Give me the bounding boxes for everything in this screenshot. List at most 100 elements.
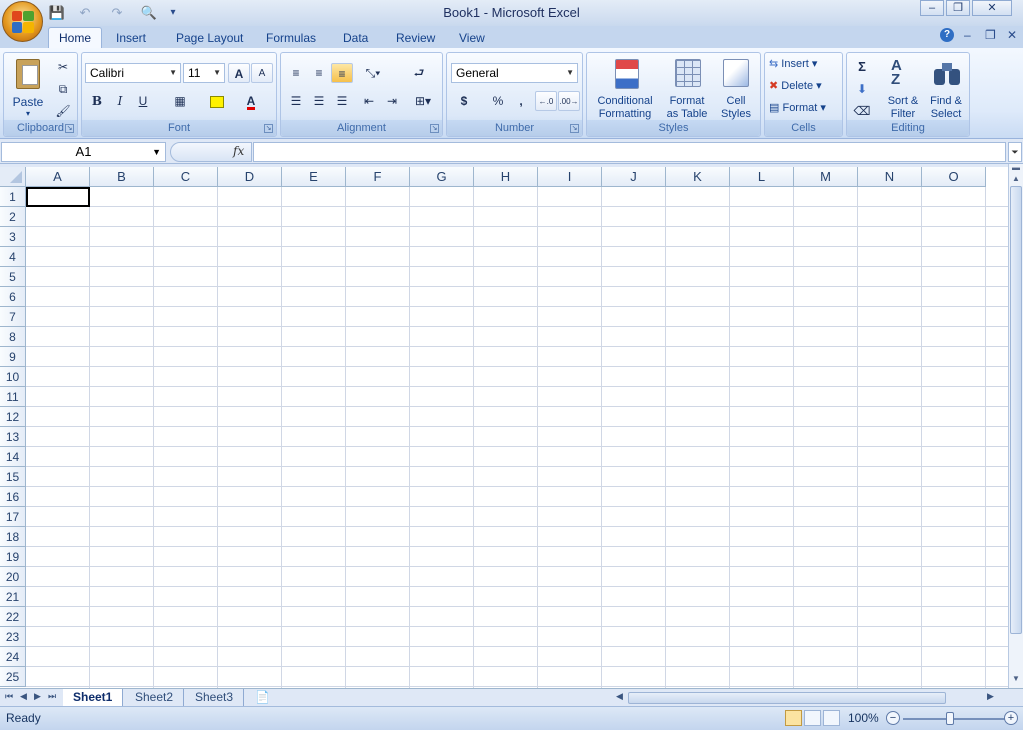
scroll-up-icon[interactable]: ▲ bbox=[1010, 172, 1022, 186]
expand-formula-bar-icon[interactable]: ⏷ bbox=[1008, 142, 1022, 162]
normal-view-icon[interactable] bbox=[785, 710, 802, 726]
vertical-scroll-thumb[interactable] bbox=[1010, 186, 1022, 634]
number-launcher-icon[interactable]: ↘ bbox=[570, 124, 579, 133]
row-header[interactable]: 1 bbox=[0, 187, 26, 207]
tab-home[interactable]: Home bbox=[48, 27, 103, 49]
last-sheet-icon[interactable]: ⏭ bbox=[48, 691, 56, 702]
column-header[interactable]: N bbox=[858, 167, 922, 187]
horizontal-scroll-thumb[interactable] bbox=[628, 692, 946, 704]
font-size-combo[interactable]: 11 ▼ bbox=[183, 63, 225, 83]
next-sheet-icon[interactable]: ▶ bbox=[34, 691, 41, 702]
column-header[interactable]: M bbox=[794, 167, 858, 187]
copy-icon[interactable]: ⧉ bbox=[52, 79, 74, 99]
column-header[interactable]: K bbox=[666, 167, 730, 187]
comma-button[interactable]: , bbox=[510, 91, 532, 111]
previous-sheet-icon[interactable]: ◀ bbox=[20, 691, 27, 702]
row-header[interactable]: 20 bbox=[0, 567, 26, 587]
row-header[interactable]: 4 bbox=[0, 247, 26, 267]
wrap-text-icon[interactable]: ⮐ bbox=[408, 63, 430, 83]
conditional-formatting-button[interactable]: Conditional Formatting bbox=[591, 57, 659, 120]
office-button[interactable] bbox=[2, 1, 43, 42]
row-header[interactable]: 6 bbox=[0, 287, 26, 307]
align-center-icon[interactable]: ☰ bbox=[308, 91, 330, 111]
column-header[interactable]: O bbox=[922, 167, 986, 187]
workbook-minimize-button[interactable]: – bbox=[964, 28, 971, 42]
fill-icon[interactable]: ⬇ bbox=[851, 79, 873, 99]
first-sheet-icon[interactable]: ⏮ bbox=[5, 691, 13, 702]
font-name-combo[interactable]: Calibri ▼ bbox=[85, 63, 181, 83]
formula-input[interactable] bbox=[253, 142, 1006, 162]
column-header[interactable]: J bbox=[602, 167, 666, 187]
align-middle-icon[interactable]: ≡ bbox=[308, 63, 330, 83]
column-header[interactable]: L bbox=[730, 167, 794, 187]
scroll-down-icon[interactable]: ▼ bbox=[1010, 672, 1022, 686]
border-icon[interactable]: ▦ bbox=[169, 91, 191, 111]
italic-button[interactable]: I bbox=[109, 91, 131, 111]
help-icon[interactable]: ? bbox=[940, 28, 954, 42]
tab-review[interactable]: Review bbox=[386, 28, 445, 48]
horizontal-scrollbar[interactable]: ◀ ▶ bbox=[612, 691, 997, 705]
row-header[interactable]: 16 bbox=[0, 487, 26, 507]
row-header[interactable]: 12 bbox=[0, 407, 26, 427]
row-header[interactable]: 2 bbox=[0, 207, 26, 227]
workbook-restore-button[interactable]: ❐ bbox=[985, 28, 996, 42]
row-header[interactable]: 8 bbox=[0, 327, 26, 347]
currency-button[interactable]: $ bbox=[453, 91, 475, 111]
print-preview-icon[interactable]: 🔍 bbox=[140, 4, 158, 22]
column-header[interactable]: A bbox=[26, 167, 90, 187]
decrease-indent-icon[interactable]: ⇤ bbox=[358, 91, 380, 111]
page-layout-view-icon[interactable] bbox=[804, 710, 821, 726]
autosum-button[interactable]: Σ bbox=[851, 57, 873, 77]
restore-button[interactable]: ❐ bbox=[946, 0, 970, 16]
increase-indent-icon[interactable]: ⇥ bbox=[381, 91, 403, 111]
format-cells-button[interactable]: ▤ Format ▾ bbox=[769, 101, 841, 119]
column-header[interactable]: C bbox=[154, 167, 218, 187]
alignment-launcher-icon[interactable]: ↘ bbox=[430, 124, 439, 133]
zoom-slider-thumb[interactable] bbox=[946, 712, 954, 725]
clear-icon[interactable]: ⌫ bbox=[851, 101, 873, 121]
row-header[interactable]: 14 bbox=[0, 447, 26, 467]
cut-icon[interactable]: ✂ bbox=[52, 57, 74, 77]
page-break-view-icon[interactable] bbox=[823, 710, 840, 726]
cell-area[interactable] bbox=[26, 187, 1008, 688]
row-header[interactable]: 25 bbox=[0, 667, 26, 687]
workbook-close-button[interactable]: ✕ bbox=[1007, 28, 1017, 42]
align-bottom-icon[interactable]: ≡ bbox=[331, 63, 353, 83]
tab-view[interactable]: View bbox=[449, 28, 495, 48]
row-header[interactable]: 5 bbox=[0, 267, 26, 287]
zoom-out-icon[interactable]: − bbox=[886, 711, 900, 725]
tab-formulas[interactable]: Formulas bbox=[256, 28, 326, 48]
tab-page-layout[interactable]: Page Layout bbox=[166, 28, 253, 48]
format-as-table-button[interactable]: Format as Table bbox=[661, 57, 713, 120]
insert-cells-button[interactable]: ⇆ Insert ▾ bbox=[769, 57, 841, 75]
align-left-icon[interactable]: ☰ bbox=[285, 91, 307, 111]
row-header[interactable]: 22 bbox=[0, 607, 26, 627]
split-box-icon[interactable]: ▬ bbox=[1010, 164, 1022, 172]
zoom-in-icon[interactable]: + bbox=[1004, 711, 1018, 725]
insert-function-icon[interactable]: fx bbox=[233, 144, 244, 158]
column-header[interactable]: G bbox=[410, 167, 474, 187]
column-header[interactable]: E bbox=[282, 167, 346, 187]
align-right-icon[interactable]: ☰ bbox=[331, 91, 353, 111]
row-header[interactable]: 21 bbox=[0, 587, 26, 607]
row-header[interactable]: 10 bbox=[0, 367, 26, 387]
number-format-combo[interactable]: General ▼ bbox=[451, 63, 578, 83]
minimize-button[interactable]: – bbox=[920, 0, 944, 16]
row-header[interactable]: 15 bbox=[0, 467, 26, 487]
align-top-icon[interactable]: ≡ bbox=[285, 63, 307, 83]
font-launcher-icon[interactable]: ↘ bbox=[264, 124, 273, 133]
column-header[interactable]: D bbox=[218, 167, 282, 187]
delete-cells-button[interactable]: ✖ Delete ▾ bbox=[769, 79, 841, 97]
tab-insert[interactable]: Insert bbox=[106, 28, 156, 48]
decrease-decimal-icon[interactable]: .00→ bbox=[558, 91, 580, 111]
row-header[interactable]: 19 bbox=[0, 547, 26, 567]
clipboard-launcher-icon[interactable]: ↘ bbox=[65, 124, 74, 133]
row-header[interactable]: 23 bbox=[0, 627, 26, 647]
cell-styles-button[interactable]: Cell Styles bbox=[715, 57, 757, 120]
orientation-icon[interactable]: ⤡▾ bbox=[358, 63, 388, 83]
select-all-button[interactable] bbox=[0, 167, 26, 187]
sort-filter-button[interactable]: AZ Sort & Filter bbox=[881, 57, 925, 120]
paste-button[interactable]: Paste ▾ bbox=[8, 57, 48, 119]
redo-icon[interactable]: ↷ bbox=[108, 4, 126, 22]
name-box[interactable]: A1 ▼ bbox=[1, 142, 166, 162]
